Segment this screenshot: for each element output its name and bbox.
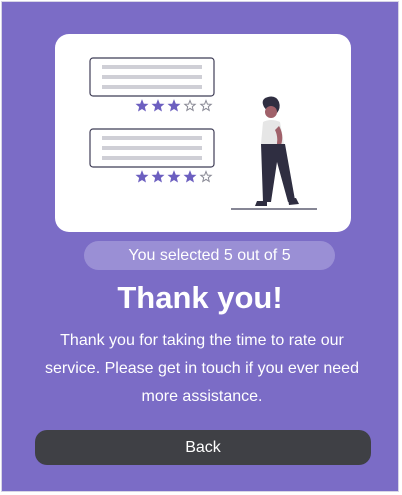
review-stars bbox=[135, 99, 213, 112]
filled-star-icon bbox=[183, 170, 197, 183]
filled-star-icon bbox=[151, 99, 165, 112]
review-card bbox=[89, 128, 215, 168]
person-figure bbox=[231, 96, 317, 210]
filled-star-icon bbox=[167, 99, 181, 112]
rating-result-card: You selected 5 out of 5 Thank you! Thank… bbox=[1, 1, 399, 492]
filled-star-icon bbox=[135, 170, 149, 183]
rating-selection-text: You selected 5 out of 5 bbox=[84, 241, 335, 270]
empty-star-icon bbox=[199, 170, 213, 183]
filled-star-icon bbox=[167, 170, 181, 183]
review-illustration bbox=[89, 57, 317, 210]
empty-star-icon bbox=[183, 99, 197, 112]
review-card bbox=[89, 57, 215, 97]
review-stars bbox=[135, 170, 213, 183]
back-button[interactable]: Back bbox=[35, 430, 371, 465]
filled-star-icon bbox=[135, 99, 149, 112]
empty-star-icon bbox=[199, 99, 213, 112]
filled-star-icon bbox=[151, 170, 165, 183]
thank-you-message: Thank you for taking the time to rate ou… bbox=[45, 332, 359, 405]
thank-you-title: Thank you! bbox=[117, 280, 283, 315]
illustration-panel bbox=[55, 34, 351, 232]
